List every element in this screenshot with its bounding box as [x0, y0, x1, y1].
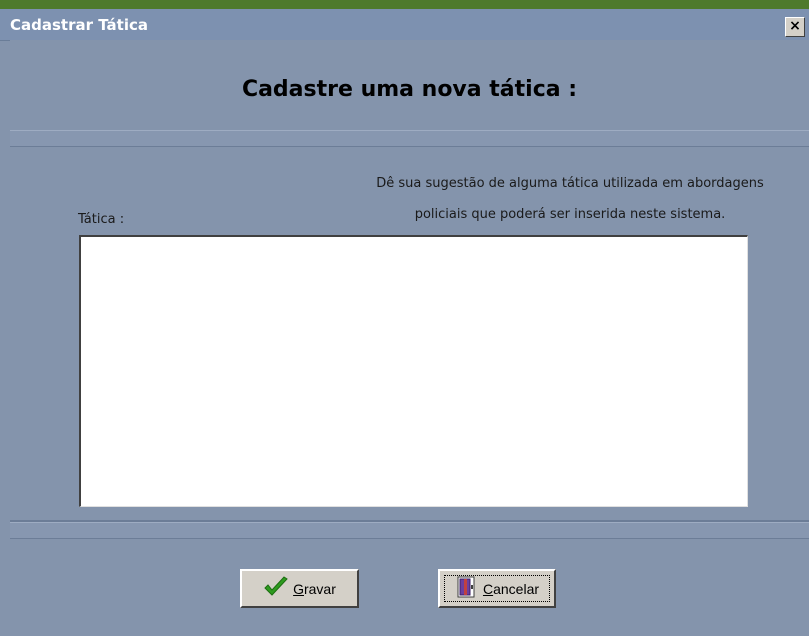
header-panel: Cadastre uma nova tática : — [10, 40, 809, 132]
save-button[interactable]: Gravar — [240, 569, 359, 608]
check-icon — [263, 576, 289, 601]
hint-text: Dê sua sugestão de alguma tática utiliza… — [330, 168, 809, 230]
focus-rectangle — [444, 575, 550, 602]
hint-line-2: policiais que poderá ser inserida neste … — [414, 207, 726, 222]
tatica-label: Tática : — [78, 212, 125, 227]
close-button[interactable]: × — [785, 17, 805, 37]
divider-bottom — [10, 522, 809, 540]
hint-line-1: Dê sua sugestão de alguma tática utiliza… — [376, 176, 764, 191]
save-label: Gravar — [293, 580, 336, 597]
footer-panel — [10, 539, 809, 636]
close-icon: × — [789, 18, 801, 34]
divider-top — [10, 130, 809, 148]
cancel-button[interactable]: Cancelar — [438, 569, 556, 608]
page-title: Cadastre uma nova tática : — [241, 77, 578, 102]
window-title: Cadastrar Tática — [10, 16, 148, 34]
top-strip — [0, 0, 809, 9]
tatica-textarea[interactable] — [79, 235, 748, 507]
title-bar[interactable]: Cadastrar Tática × — [0, 9, 809, 41]
